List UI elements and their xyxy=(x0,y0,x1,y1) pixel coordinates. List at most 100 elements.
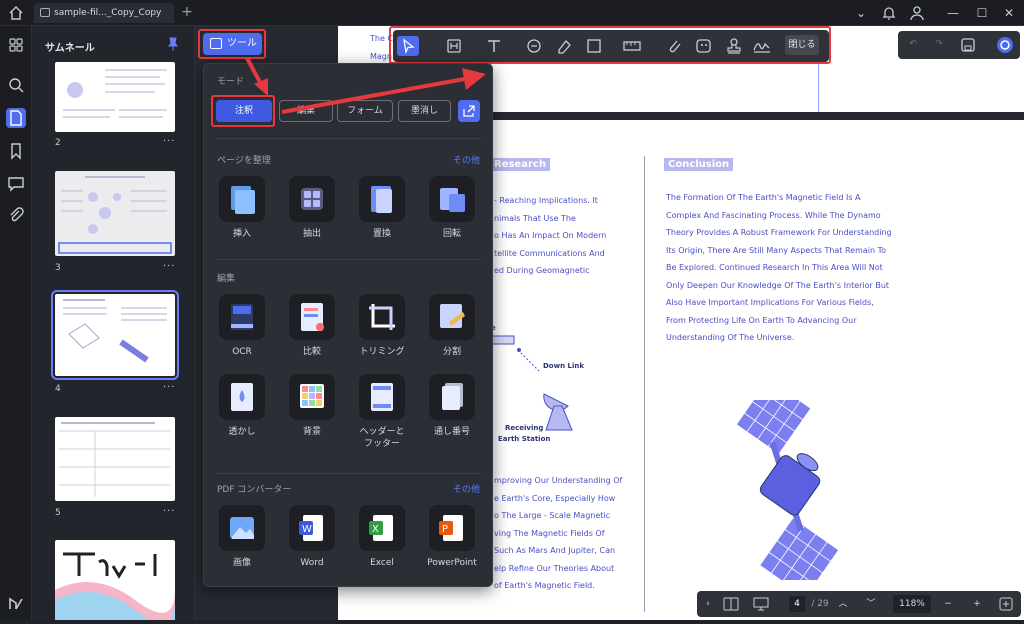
page-navigation-bar: › 4 / 29 ︿ ﹀ 118% − + xyxy=(697,591,1021,617)
convert-powerpoint[interactable]: P PowerPoint xyxy=(422,505,482,569)
insert-icon xyxy=(231,186,255,214)
minimize-icon[interactable]: — xyxy=(944,4,962,22)
tool-background[interactable]: 背景 xyxy=(282,374,342,438)
text-icon[interactable] xyxy=(483,36,505,56)
more-options-icon[interactable]: ··· xyxy=(163,136,176,147)
tool-crop[interactable]: トリミング xyxy=(352,294,412,358)
thumbnail-panel: サムネール 2 ··· 3 ··· 4 ··· 5 ··· xyxy=(32,26,215,623)
undo-icon[interactable]: ↶ xyxy=(904,31,922,57)
bookmark-icon[interactable] xyxy=(6,141,26,161)
attachment-icon[interactable] xyxy=(6,205,26,225)
tool-rotate[interactable]: 回転 xyxy=(422,176,482,240)
mode-annotate[interactable]: 注釈 xyxy=(216,100,272,122)
pin-icon[interactable] xyxy=(167,37,179,51)
page-thumbnail[interactable] xyxy=(55,171,175,256)
user-icon[interactable] xyxy=(908,4,926,22)
mode-edit[interactable]: 編集 xyxy=(279,100,333,122)
tool-watermark[interactable]: 透かし xyxy=(212,374,272,438)
document-tab[interactable]: sample-fil..._Copy_Copy xyxy=(34,3,174,23)
chevron-down-icon[interactable]: ⌄ xyxy=(852,4,870,22)
tools-button[interactable]: ツール xyxy=(203,33,262,55)
search-icon[interactable] xyxy=(6,75,26,95)
comments-icon[interactable] xyxy=(6,173,26,193)
history-toolbar: ↶ ↷ xyxy=(898,31,1020,59)
tool-split[interactable]: 分割 xyxy=(422,294,482,358)
page-thumbnail[interactable] xyxy=(55,540,175,623)
new-tab-button[interactable]: + xyxy=(180,2,194,22)
page-preview xyxy=(58,176,172,254)
rectangle-icon[interactable] xyxy=(583,36,605,56)
page-text: Complex And Fascinating Process. While T… xyxy=(666,211,881,220)
tool-ocr[interactable]: OCR xyxy=(212,294,272,358)
presentation-icon[interactable] xyxy=(753,597,769,611)
page-preview xyxy=(59,422,171,497)
signature-icon[interactable] xyxy=(751,36,773,56)
next-page-icon[interactable]: ﹀ xyxy=(863,591,879,617)
tool-compare[interactable]: 比較 xyxy=(282,294,342,358)
convert-excel[interactable]: X Excel xyxy=(352,505,412,569)
more-options-icon[interactable]: ··· xyxy=(163,506,176,517)
section-heading: Research xyxy=(490,158,550,171)
home-icon[interactable] xyxy=(8,5,24,21)
redo-icon[interactable]: ↷ xyxy=(930,31,948,57)
convert-word[interactable]: W Word xyxy=(282,505,342,569)
thumbnail-icon[interactable] xyxy=(6,108,26,128)
text-box-icon[interactable] xyxy=(443,36,465,56)
grid-icon[interactable] xyxy=(6,35,26,55)
mode-form[interactable]: フォーム xyxy=(337,100,393,122)
mode-redact[interactable]: 墨消し xyxy=(398,100,451,122)
tool-header-footer[interactable]: ヘッダーと フッター xyxy=(352,374,412,450)
split-icon xyxy=(440,304,465,328)
tool-bates-numbering[interactable]: 通し番号 xyxy=(422,374,482,438)
open-external-icon xyxy=(463,105,475,117)
extract-icon xyxy=(301,188,323,210)
bell-icon[interactable] xyxy=(880,4,898,22)
previous-page-icon[interactable]: ︿ xyxy=(835,591,851,617)
more-link[interactable]: その他 xyxy=(453,153,480,166)
tool-label: ヘッダーと フッター xyxy=(359,427,405,449)
convert-image[interactable]: 画像 xyxy=(212,505,272,569)
svg-text:X: X xyxy=(372,524,379,535)
word-icon: W xyxy=(299,515,323,541)
close-window-icon[interactable]: ✕ xyxy=(1000,4,1018,22)
collapse-icon[interactable]: › xyxy=(701,591,715,617)
stamp-icon[interactable] xyxy=(723,36,745,56)
page-thumbnail[interactable] xyxy=(55,417,175,501)
page-thumbnail[interactable] xyxy=(55,62,175,132)
reading-mode-icon[interactable] xyxy=(723,597,739,611)
tool-insert[interactable]: 挿入 xyxy=(212,176,272,240)
excel-icon: X xyxy=(369,515,393,541)
tool-replace[interactable]: 置換 xyxy=(352,176,412,240)
attachment-icon[interactable] xyxy=(663,36,685,56)
svg-text:P: P xyxy=(442,524,448,535)
page-number-input[interactable]: 4 xyxy=(789,596,805,612)
svg-text:W: W xyxy=(302,524,312,535)
section-label: ページを整理 xyxy=(217,156,271,166)
eraser-icon[interactable] xyxy=(553,36,575,56)
tab-title: sample-fil..._Copy_Copy xyxy=(54,8,162,18)
ai-assistant-icon[interactable] xyxy=(996,36,1014,54)
more-link[interactable]: その他 xyxy=(453,482,480,495)
zoom-level[interactable]: 118% xyxy=(893,595,931,613)
tool-label: 分割 xyxy=(442,347,461,357)
more-options-icon[interactable]: ··· xyxy=(163,382,176,393)
save-icon[interactable] xyxy=(960,37,976,53)
page-text: o The Large - Scale Magnetic xyxy=(494,511,611,520)
close-toolbar-button[interactable]: 閉じる xyxy=(785,35,819,55)
page-text: Understanding Of The Universe. xyxy=(666,333,795,342)
tool-extract[interactable]: 抽出 xyxy=(282,176,342,240)
title-bar: sample-fil..._Copy_Copy + ⌄ — ☐ ✕ xyxy=(0,0,1024,26)
measure-icon[interactable] xyxy=(621,36,643,56)
select-icon[interactable] xyxy=(397,36,419,56)
open-external-button[interactable] xyxy=(458,100,480,122)
fit-page-icon[interactable] xyxy=(999,597,1013,611)
diagram-label: Down Link xyxy=(543,362,585,370)
zoom-in-icon[interactable]: + xyxy=(970,591,984,617)
zoom-out-icon[interactable]: − xyxy=(941,591,955,617)
maximize-icon[interactable]: ☐ xyxy=(973,4,991,22)
page-thumbnail-selected[interactable] xyxy=(51,290,179,380)
more-options-icon[interactable]: ··· xyxy=(163,261,176,272)
logo-icon[interactable] xyxy=(6,593,26,613)
sticker-icon[interactable] xyxy=(693,36,715,56)
comment-icon[interactable] xyxy=(523,36,545,56)
